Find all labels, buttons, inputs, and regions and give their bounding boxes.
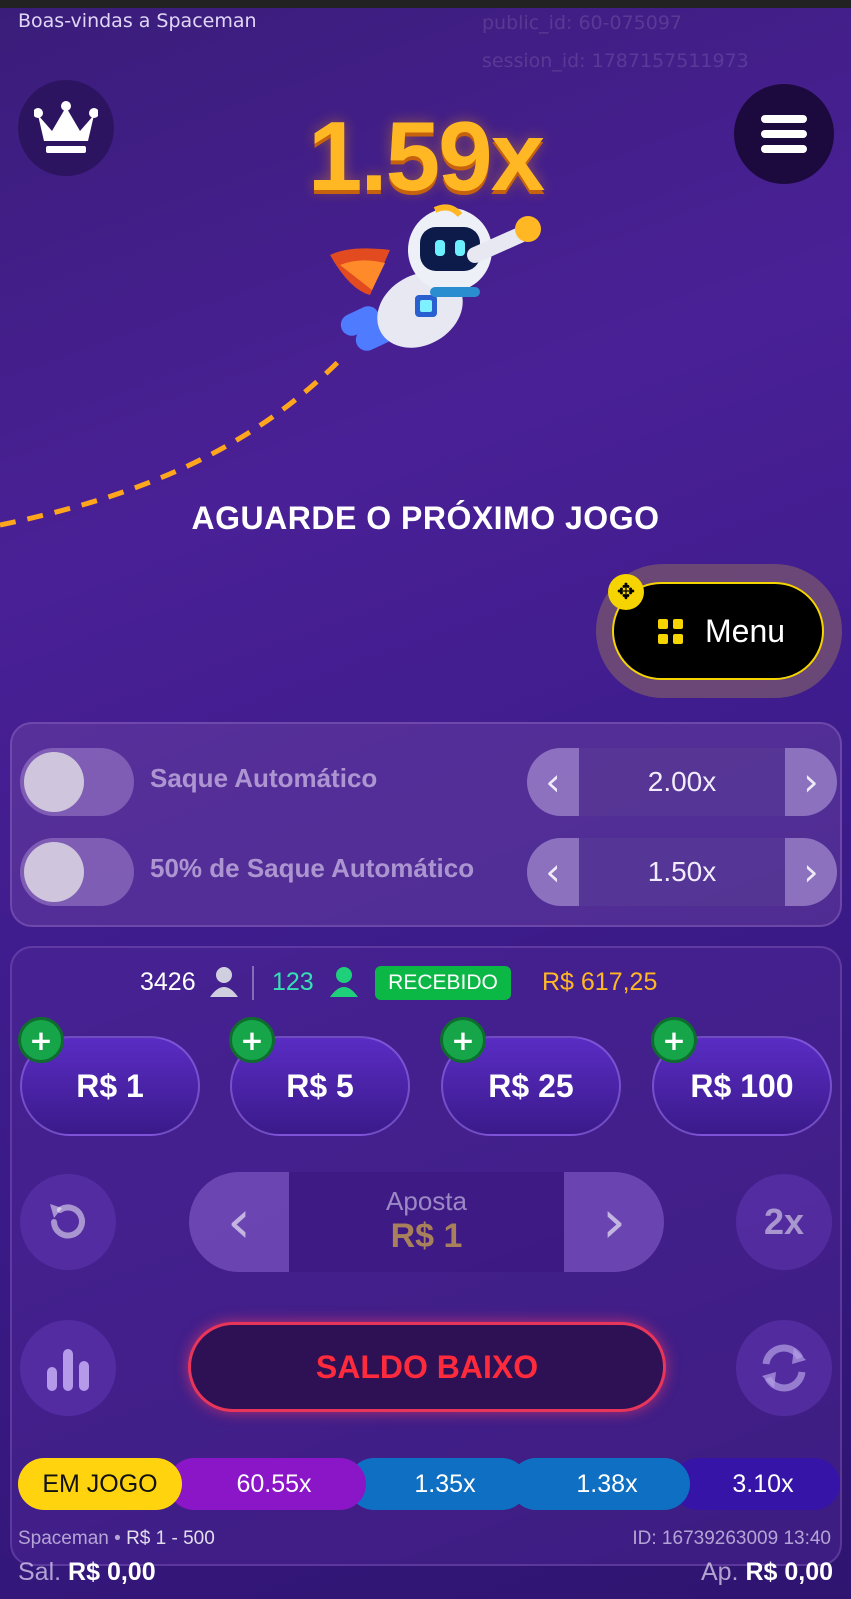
move-icon[interactable]: ✥ <box>608 574 644 610</box>
received-badge: RECEBIDO <box>375 966 511 1000</box>
stats-button[interactable] <box>20 1320 116 1416</box>
add-chip-25-icon[interactable]: + <box>440 1017 486 1063</box>
auto-play-button[interactable] <box>736 1320 832 1416</box>
floating-menu-label: Menu <box>705 612 786 649</box>
history-item[interactable]: 1.38x <box>510 1458 690 1510</box>
auto-cashout-decrease-button[interactable]: ‹ <box>527 748 579 816</box>
double-bet-label: 2x <box>763 1201 805 1242</box>
bar-chart-icon <box>47 1349 89 1391</box>
balance-label: Sal. <box>18 1558 62 1586</box>
bet-decrease-button[interactable]: ‹ <box>189 1172 289 1272</box>
players-icon <box>210 967 238 997</box>
bet-value: R$ 0,00 <box>745 1558 833 1586</box>
add-chip-100-icon[interactable]: + <box>651 1017 697 1063</box>
half-auto-cashout-stepper: ‹ 1.50x › <box>527 838 837 906</box>
double-bet-button[interactable]: 2x <box>736 1174 832 1270</box>
winners-icon <box>330 967 358 997</box>
winners-count: 123 <box>272 968 314 996</box>
game-status-text: AGUARDE O PRÓXIMO JOGO <box>191 500 660 536</box>
players-count: 3426 <box>140 968 196 996</box>
balance-info: Sal. R$ 0,00 <box>18 1558 156 1587</box>
bet-limits: R$ 1 - 500 <box>126 1528 215 1549</box>
bet-label: Ap. <box>700 1558 739 1586</box>
half-auto-cashout-label: 50% de Saque Automático <box>150 853 475 883</box>
bet-increase-button[interactable]: › <box>564 1172 664 1272</box>
bet-info: Ap. R$ 0,00 <box>701 1558 833 1587</box>
grid-icon <box>658 618 683 644</box>
add-chip-1-icon[interactable]: + <box>18 1017 64 1063</box>
public-id: public_id: 60-075097 <box>482 12 683 34</box>
auto-cashout-increase-button[interactable]: › <box>785 748 837 816</box>
auto-cashout-value[interactable]: 2.00x <box>579 748 785 816</box>
session-info: public_id: 60-075097 session_id: 1787157… <box>482 4 749 80</box>
multiplier-history: EM JOGO 60.55x 1.35x 1.38x 3.10x <box>18 1458 840 1510</box>
welcome-text: Boas-vindas a Spaceman <box>18 10 257 32</box>
add-chip-5-icon[interactable]: + <box>229 1017 275 1063</box>
half-auto-cashout-value[interactable]: 1.50x <box>579 838 785 906</box>
toggle-knob <box>24 842 84 902</box>
history-item[interactable]: 60.55x <box>168 1458 366 1510</box>
history-current: EM JOGO <box>18 1458 182 1510</box>
half-auto-cashout-toggle[interactable] <box>20 838 134 906</box>
history-item[interactable]: 3.10x <box>672 1458 840 1510</box>
round-stats: 3426 123 RECEBIDO R$ 617,25 <box>0 962 851 1002</box>
place-bet-button[interactable]: SALDO BAIXO <box>188 1322 666 1412</box>
bet-amount-stepper: ‹ Aposta R$ 1 › <box>189 1172 664 1272</box>
stats-divider <box>252 966 254 1000</box>
auto-cashout-toggle[interactable] <box>20 748 134 816</box>
undo-button[interactable] <box>20 1174 116 1270</box>
balance-value: R$ 0,00 <box>68 1558 156 1586</box>
game-name: Spaceman <box>18 1528 109 1549</box>
round-id: ID: 16739263009 13:40 <box>632 1528 831 1549</box>
game-info: Spaceman • R$ 1 - 500 <box>18 1528 215 1549</box>
bet-amount-label: Aposta <box>386 1186 467 1216</box>
toggle-knob <box>24 752 84 812</box>
astronaut-icon <box>330 204 541 351</box>
half-auto-cashout-decrease-button[interactable]: ‹ <box>527 838 579 906</box>
floating-menu-button[interactable]: Menu <box>612 582 824 680</box>
bet-amount-value: R$ 1 <box>390 1217 463 1255</box>
undo-icon <box>50 1204 85 1239</box>
session-id: session_id: 1787157511973 <box>482 50 749 72</box>
bet-amount-display[interactable]: Aposta R$ 1 <box>289 1172 564 1272</box>
total-received-amount: R$ 617,25 <box>542 968 658 996</box>
auto-cashout-stepper: ‹ 2.00x › <box>527 748 837 816</box>
refresh-icon <box>762 1344 806 1392</box>
half-auto-cashout-increase-button[interactable]: › <box>785 838 837 906</box>
auto-cashout-label: Saque Automático <box>150 763 378 793</box>
history-item[interactable]: 1.35x <box>348 1458 528 1510</box>
